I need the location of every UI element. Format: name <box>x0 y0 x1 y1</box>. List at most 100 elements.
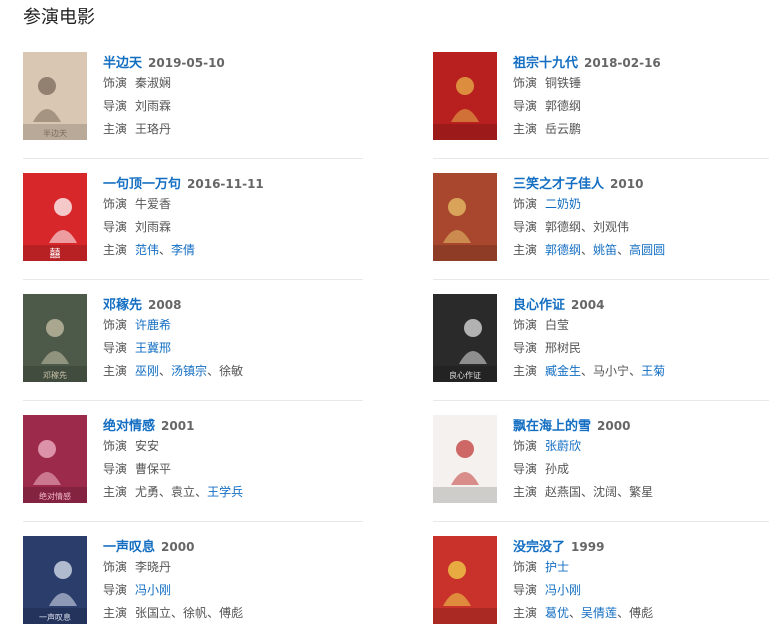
role-row-label: 饰演 <box>513 439 538 453</box>
film-poster-image[interactable]: 囍 <box>23 173 87 261</box>
director-row: 导演 孙成 <box>513 458 769 481</box>
film-title-link[interactable]: 绝对情感 <box>103 419 155 434</box>
person-link[interactable]: 王菊 <box>641 364 665 378</box>
row-divider <box>23 521 363 522</box>
film-title-link[interactable]: 邓稼先 <box>103 298 142 313</box>
starring-row: 主演 尤勇、袁立、王学兵 <box>103 481 363 504</box>
starring-row-label: 主演 <box>103 606 128 620</box>
film-card: 三笑之才子佳人 2010 饰演 二奶奶 导演 郭德纲、刘观伟 主演 郭德纲、姚笛、高圆圆 <box>433 173 769 263</box>
director-row-label: 导演 <box>103 462 128 476</box>
person-link[interactable]: 吴倩莲 <box>581 606 617 620</box>
person-link[interactable]: 姚笛 <box>593 243 617 257</box>
person-name: 沈阔 <box>593 485 618 499</box>
film-info: 没完没了 1999 饰演 护士 导演 冯小刚 主演 葛优、吴倩莲、傅彪 <box>513 536 769 625</box>
director-row: 导演 邢树民 <box>513 337 769 360</box>
starring-row: 主演 范伟、李倩 <box>103 239 363 262</box>
film-release-date: 2010 <box>610 177 644 191</box>
film-info: 三笑之才子佳人 2010 饰演 二奶奶 导演 郭德纲、刘观伟 主演 郭德纲、姚笛、高圆圆 <box>513 173 769 262</box>
role-row: 饰演 护士 <box>513 556 769 579</box>
row-divider <box>433 158 769 159</box>
film-poster-image[interactable]: 邓稼先 <box>23 294 87 382</box>
film-title-link[interactable]: 一句顶一万句 <box>103 177 181 192</box>
role-row-label: 饰演 <box>513 318 538 332</box>
film-card: 一声叹息 一声叹息 2000 饰演 李晓丹 导演 冯小刚 主演 张国立、徐帆、傅彪 <box>23 536 359 626</box>
film-release-date: 2018-02-16 <box>584 56 661 70</box>
film-title-link[interactable]: 飘在海上的雪 <box>513 419 591 434</box>
person-link[interactable]: 高圆圆 <box>629 243 665 257</box>
person-name: 郭德纲 <box>545 220 582 234</box>
film-info: 绝对情感 2001 饰演 安安 导演 曹保平 主演 尤勇、袁立、王学兵 <box>103 415 363 504</box>
role-row: 饰演 白莹 <box>513 314 769 337</box>
film-poster-image[interactable] <box>433 415 497 503</box>
film-title-link[interactable]: 良心作证 <box>513 298 565 313</box>
film-poster-image[interactable] <box>433 173 497 261</box>
film-title-line: 一句顶一万句 2016-11-11 <box>103 173 363 193</box>
person-name: 尤勇 <box>135 485 160 499</box>
person-link[interactable]: 王学兵 <box>207 485 243 499</box>
starring-row-label: 主演 <box>513 485 538 499</box>
director-row: 导演 王冀邢 <box>103 337 363 360</box>
film-title-link[interactable]: 一声叹息 <box>103 540 155 555</box>
row-divider <box>433 521 769 522</box>
film-title-link[interactable]: 半边天 <box>103 56 142 71</box>
person-link[interactable]: 二奶奶 <box>545 197 581 211</box>
person-link[interactable]: 冯小刚 <box>135 583 171 597</box>
film-card: 祖宗十九代 2018-02-16 饰演 铜铁锤 导演 郭德纲 主演 岳云鹏 <box>433 52 769 142</box>
person-link[interactable]: 巫刚 <box>135 364 159 378</box>
film-title-link[interactable]: 没完没了 <box>513 540 565 555</box>
director-row-label: 导演 <box>103 220 128 234</box>
film-title-link[interactable]: 三笑之才子佳人 <box>513 177 604 192</box>
person-link[interactable]: 冯小刚 <box>545 583 581 597</box>
person-name: 傅彪 <box>219 606 244 620</box>
film-card: 飘在海上的雪 2000 饰演 张蔚欣 导演 孙成 主演 赵燕国、沈阔、繁星 <box>433 415 769 505</box>
name-separator: 、 <box>207 606 220 620</box>
name-separator: 、 <box>629 364 642 378</box>
person-link[interactable]: 葛优 <box>545 606 569 620</box>
film-poster-image[interactable] <box>433 52 497 140</box>
row-divider <box>23 158 363 159</box>
film-info: 祖宗十九代 2018-02-16 饰演 铜铁锤 导演 郭德纲 主演 岳云鹏 <box>513 52 769 141</box>
starring-row-label: 主演 <box>103 243 128 257</box>
name-separator: 、 <box>617 243 630 257</box>
svg-text:囍: 囍 <box>50 247 61 260</box>
film-info: 一句顶一万句 2016-11-11 饰演 牛爱香 导演 刘雨霖 主演 范伟、李倩 <box>103 173 363 262</box>
film-poster-image[interactable]: 一声叹息 <box>23 536 87 624</box>
role-row-label: 饰演 <box>513 560 538 574</box>
starring-row: 主演 巫刚、汤镇宗、徐敏 <box>103 360 363 383</box>
person-name: 王珞丹 <box>135 122 172 136</box>
svg-text:绝对情感: 绝对情感 <box>39 491 71 501</box>
director-row-label: 导演 <box>513 99 538 113</box>
person-link[interactable]: 郭德纲 <box>545 243 581 257</box>
person-link[interactable]: 王冀邢 <box>135 341 171 355</box>
film-title-link[interactable]: 祖宗十九代 <box>513 56 578 71</box>
person-link[interactable]: 范伟 <box>135 243 159 257</box>
person-link[interactable]: 汤镇宗 <box>171 364 207 378</box>
film-poster-image[interactable]: 半边天 <box>23 52 87 140</box>
person-name: 岳云鹏 <box>545 122 582 136</box>
person-link[interactable]: 李倩 <box>171 243 195 257</box>
film-poster-image[interactable] <box>433 536 497 624</box>
role-row: 饰演 张蔚欣 <box>513 435 769 458</box>
person-name: 袁立 <box>171 485 196 499</box>
role-row-label: 饰演 <box>513 76 538 90</box>
starring-row-label: 主演 <box>513 364 538 378</box>
person-name: 徐帆 <box>183 606 208 620</box>
director-row-label: 导演 <box>513 462 538 476</box>
person-link[interactable]: 护士 <box>545 560 569 574</box>
film-poster-image[interactable]: 良心作证 <box>433 294 497 382</box>
film-poster-image[interactable]: 绝对情感 <box>23 415 87 503</box>
person-link[interactable]: 张蔚欣 <box>545 439 581 453</box>
person-name: 刘雨霖 <box>135 220 172 234</box>
film-title-line: 没完没了 1999 <box>513 536 769 556</box>
starring-row-label: 主演 <box>103 122 128 136</box>
role-row: 饰演 秦淑娴 <box>103 72 363 95</box>
film-title-line: 良心作证 2004 <box>513 294 769 314</box>
person-name: 曹保平 <box>135 462 172 476</box>
person-link[interactable]: 臧金生 <box>545 364 581 378</box>
person-link[interactable]: 许鹿希 <box>135 318 171 332</box>
name-separator: 、 <box>617 606 630 620</box>
role-row-label: 饰演 <box>103 439 128 453</box>
director-row-label: 导演 <box>513 341 538 355</box>
name-separator: 、 <box>159 243 172 257</box>
person-name: 牛爱香 <box>135 197 172 211</box>
